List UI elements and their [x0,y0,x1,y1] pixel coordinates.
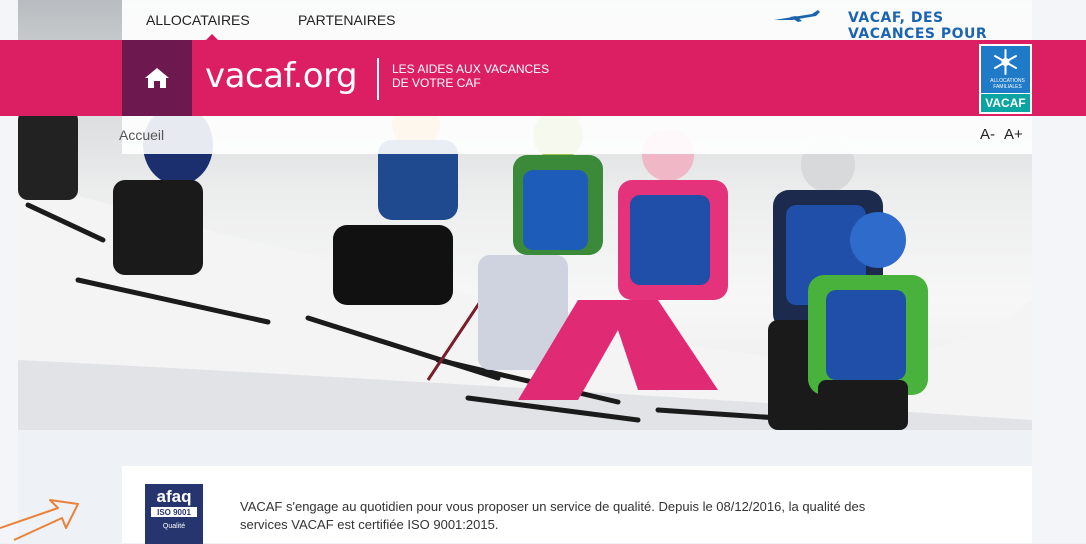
font-decrease-button[interactable]: A- [980,126,995,143]
quality-text-line-1: VACAF s'engage au quotidien pour vous pr… [240,499,866,514]
home-icon [145,68,169,88]
afaq-iso-badge: afaq ISO 9001 Qualité [145,484,203,544]
logo-caption: ALLOCATIONS FAMILIALES [990,78,1025,90]
site-tagline: LES AIDES AUX VACANCES DE VOTRE CAF [392,62,549,90]
breadcrumb-home[interactable]: Accueil [119,127,164,143]
font-increase-button[interactable]: A+ [1004,126,1023,143]
site-title[interactable]: vacaf.org [205,56,358,96]
caf-vacaf-logo[interactable]: ALLOCATIONS FAMILIALES VACAF [979,44,1032,114]
tagline-line-2: DE VOTRE CAF [392,76,481,90]
afaq-brand-text: afaq [157,487,192,506]
tagline-line-1: LES AIDES AUX VACANCES [392,62,550,76]
afaq-cert-text: ISO 9001 [157,508,191,517]
airplane-icon [774,10,820,22]
nav-link-partenaires[interactable]: PARTENAIRES [298,12,396,28]
top-navigation: ALLOCATAIRES PARTENAIRES VACAF, DES VACA… [122,0,1032,61]
quality-section: afaq ISO 9001 Qualité VACAF s'engage au … [122,466,1032,544]
snowflake-family-icon [994,49,1017,75]
logo-blue-panel: ALLOCATIONS FAMILIALES [981,46,1030,93]
quality-text-line-2: services VACAF est certifiée ISO 9001:20… [240,517,499,532]
orange-arrow-icon [0,499,79,541]
nav-link-allocataires[interactable]: ALLOCATAIRES [146,12,250,28]
logo-label: VACAF [981,94,1030,112]
home-button[interactable] [122,40,192,116]
header-divider [377,58,379,100]
quality-statement: VACAF s'engage au quotidien pour vous pr… [240,498,1000,534]
afaq-sub-text: Qualité [163,523,185,530]
breadcrumb-bar: Accueil A- A+ [119,116,1032,154]
